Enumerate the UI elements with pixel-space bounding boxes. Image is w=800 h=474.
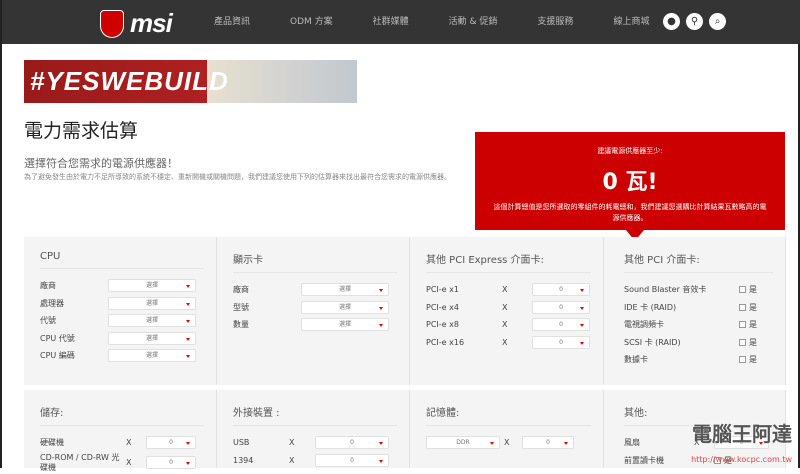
watermark-url: http://www.kocpc.com.tw xyxy=(691,455,792,464)
yeswebuild-banner[interactable]: #YESWEBUILD xyxy=(24,60,357,103)
panel-title: 顯示卡 xyxy=(233,251,397,273)
yes-label: 是 xyxy=(749,302,757,312)
cpu-model-select[interactable]: 選擇 xyxy=(108,331,196,345)
panel-title: 其他 PCI 介面卡: xyxy=(624,251,773,273)
row-label: 電視調頻卡 xyxy=(624,320,664,330)
row-label: 處理器 xyxy=(40,298,64,308)
nav-support[interactable]: 支援服務 xyxy=(537,14,573,27)
cpu-codename-select[interactable]: 選擇 xyxy=(108,314,196,328)
top-nav-bar: msi 產品資訊 ODM 方案 社群媒體 活動 & 促銷 支援服務 線上商城 ●… xyxy=(2,0,800,44)
nav-store[interactable]: 線上商城 xyxy=(613,14,649,27)
row-label: PCI-e x1 xyxy=(426,285,459,295)
pcie-panel: 其他 PCI Express 介面卡: PCI-e x1 X 0 PCI-e x4 X… xyxy=(410,237,604,385)
nav-events[interactable]: 活動 & 促銷 xyxy=(449,14,498,27)
watermark-name: 電腦王阿達 xyxy=(692,422,792,446)
result-note: 這個計算總值是您所選取的零組件的耗電總和，我們建議您選購比計算結果瓦數略高的電源… xyxy=(493,203,767,222)
page-title: 電力需求估算 xyxy=(24,120,139,142)
row-label: SCSI 卡 (RAID) xyxy=(624,337,681,347)
row-label: 型號 xyxy=(233,302,249,312)
times-label: X xyxy=(502,337,508,347)
memory-count-select[interactable]: 0 xyxy=(522,436,574,450)
result-label: 建議電源供應器至少: xyxy=(597,147,663,155)
yes-label: 是 xyxy=(749,285,757,295)
storage-panel: 儲存: 硬碟機 X 0 CD-ROM / CD-RW 光碟機 X 0 xyxy=(24,390,217,472)
nav-products[interactable]: 產品資訊 xyxy=(214,14,250,27)
panel-title: 外接裝置 : xyxy=(233,404,397,426)
row-label: 數據卡 xyxy=(624,355,648,365)
result-box: 建議電源供應器至少: 0 瓦! 這個計算總值是您所選取的零組件的耗電總和，我們建… xyxy=(475,132,785,230)
memory-panel: 記憶體: DDR X 0 xyxy=(410,390,604,468)
yes-label: 是 xyxy=(749,320,757,330)
external-panel: 外接裝置 : USB X 0 1394 X 0 xyxy=(217,390,410,468)
panel-title: 儲存: xyxy=(40,404,204,426)
pcie-x8-select[interactable]: 0 xyxy=(532,318,590,332)
optical-drive-select[interactable]: 0 xyxy=(146,456,196,469)
user-icon[interactable]: ● xyxy=(663,13,680,30)
row-label: CD-ROM / CD-RW 光碟機 xyxy=(40,452,120,472)
location-icon[interactable]: ⚲ xyxy=(686,13,703,30)
cpu-code-select[interactable]: 選擇 xyxy=(108,349,196,363)
search-icon[interactable]: ⌕ xyxy=(709,13,726,30)
row-label: PCI-e x4 xyxy=(426,302,459,312)
page-description: 為了避免發生由於電力不足所導致的系統不穩定、重新開機或關機問題，我們建議您使用下… xyxy=(24,173,451,181)
row-label: 硬碟機 xyxy=(40,438,64,448)
times-label: X xyxy=(502,320,508,330)
scsi-card-checkbox[interactable]: 是 xyxy=(739,337,757,348)
times-label: X xyxy=(502,285,508,295)
row-label: 1394 xyxy=(233,455,254,465)
pcie-x1-select[interactable]: 0 xyxy=(532,283,590,297)
panel-title: 其他 PCI Express 介面卡: xyxy=(426,251,591,273)
msi-logo[interactable]: msi xyxy=(100,8,173,39)
page-subtitle: 選擇符合您需求的電源供應器！ xyxy=(24,157,178,170)
cpu-vendor-select[interactable]: 選擇 xyxy=(108,279,196,293)
row-label: 代號 xyxy=(40,316,56,326)
row-label: 風扇 xyxy=(624,438,640,448)
sound-card-checkbox[interactable]: 是 xyxy=(739,284,757,295)
row-label: Sound Blaster 音效卡 xyxy=(624,285,707,295)
nav-odm[interactable]: ODM 方案 xyxy=(290,14,333,27)
yes-label: 是 xyxy=(749,355,757,365)
gpu-panel: 顯示卡 廠商 選擇 型號 選擇 數量 選擇 xyxy=(217,237,410,385)
pcie-x16-select[interactable]: 0 xyxy=(532,335,590,349)
panel-title: 記憶體: xyxy=(426,404,591,426)
gpu-model-select[interactable]: 選擇 xyxy=(301,300,389,314)
row-label: 廠商 xyxy=(233,285,249,295)
row-label: 數量 xyxy=(233,320,249,330)
row-label: CPU 編碼 xyxy=(40,351,75,361)
modem-checkbox[interactable]: 是 xyxy=(739,354,757,365)
cpu-panel: CPU 廠商 選擇 處理器 選擇 代號 選擇 CPU 代號 選擇 CPU 編碼 選擇 xyxy=(24,237,217,385)
row-label: IDE 卡 (RAID) xyxy=(624,302,677,312)
cpu-processor-select[interactable]: 選擇 xyxy=(108,296,196,310)
gpu-vendor-select[interactable]: 選擇 xyxy=(301,283,389,297)
tv-tuner-checkbox[interactable]: 是 xyxy=(739,319,757,330)
times-label: X xyxy=(504,438,510,448)
row-label: 廠商 xyxy=(40,281,56,291)
panel-title: CPU xyxy=(40,251,204,269)
firewire-select[interactable]: 0 xyxy=(315,453,389,467)
result-watts: 0 瓦! xyxy=(602,170,658,195)
pci-panel: 其他 PCI 介面卡: Sound Blaster 音效卡是 IDE 卡 (RA… xyxy=(604,237,786,385)
watermark: 電腦王阿達 http://www.kocpc.com.tw xyxy=(691,418,792,466)
times-label: X xyxy=(502,302,508,312)
times-label: X xyxy=(289,438,295,448)
gpu-count-select[interactable]: 選擇 xyxy=(301,318,389,332)
nav-social[interactable]: 社群媒體 xyxy=(373,14,409,27)
row-label: CPU 代號 xyxy=(40,333,75,343)
pcie-x4-select[interactable]: 0 xyxy=(532,300,590,314)
usb-select[interactable]: 0 xyxy=(315,436,389,450)
times-label: X xyxy=(126,458,132,467)
row-label: USB xyxy=(233,438,250,448)
row-label: PCI-e x8 xyxy=(426,320,459,330)
times-label: X xyxy=(289,455,295,465)
row-label: PCI-e x16 xyxy=(426,337,465,347)
dragon-shield-icon xyxy=(100,9,124,38)
memory-type-select[interactable]: DDR xyxy=(426,436,500,450)
times-label: X xyxy=(126,438,132,448)
hdd-select[interactable]: 0 xyxy=(146,436,196,450)
yes-label: 是 xyxy=(749,337,757,347)
ide-card-checkbox[interactable]: 是 xyxy=(739,302,757,313)
